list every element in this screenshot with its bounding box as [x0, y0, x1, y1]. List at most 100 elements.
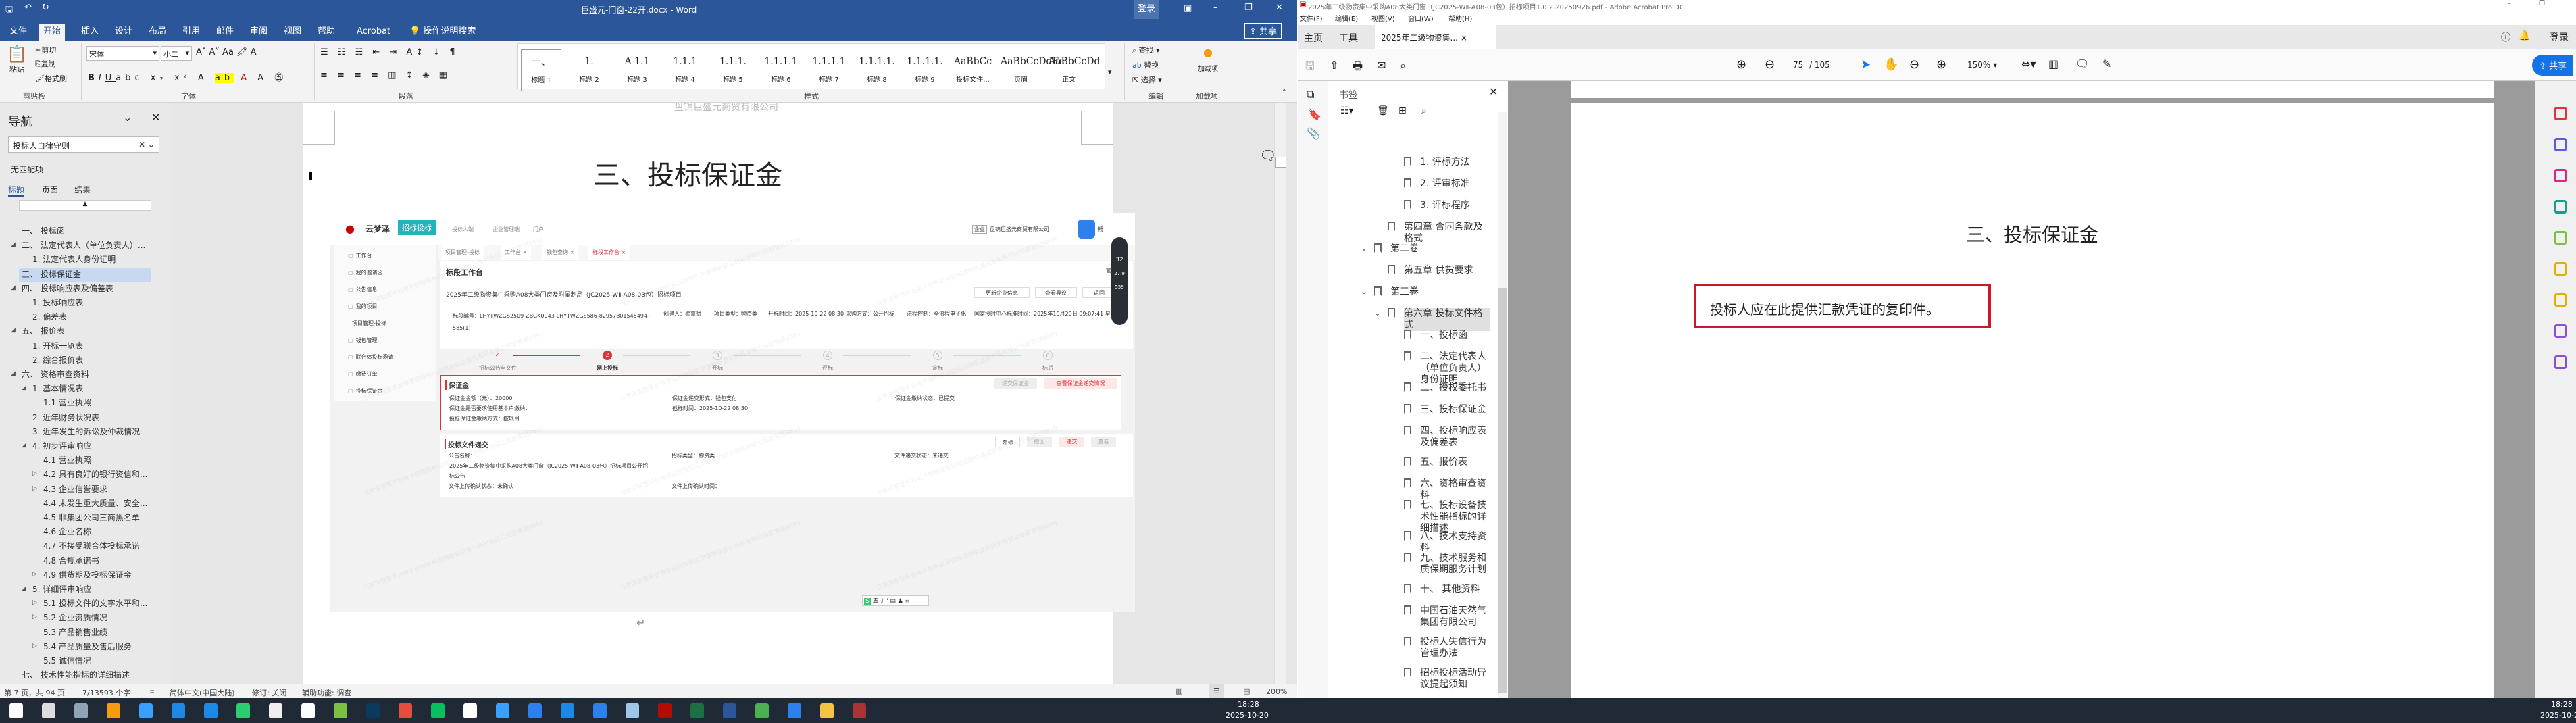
- find-bookmark-icon[interactable]: ⌕: [1421, 105, 1427, 116]
- replace-button[interactable]: ab 替换: [1132, 59, 1159, 70]
- taskbar-app-icon[interactable]: [301, 703, 315, 718]
- expand-arrow-icon[interactable]: ◢: [11, 284, 16, 291]
- help-icon[interactable]: ⓘ: [2501, 30, 2510, 44]
- site-sidebar-item[interactable]: ▢ 工作台: [348, 252, 372, 259]
- bookmark-item[interactable]: 二、法定代表人（单位负责人）身份证明: [1404, 351, 1490, 386]
- nav-heading-item[interactable]: 七、 技术性能指标的详细描述: [19, 668, 151, 682]
- taskbar-app-icon[interactable]: [269, 703, 282, 718]
- share-button[interactable]: ⇪ 共享: [1244, 23, 1282, 39]
- view-objection-button[interactable]: 查看异议: [1035, 287, 1077, 298]
- accessibility-status[interactable]: 辅助功能: 调查: [302, 687, 351, 698]
- style-item[interactable]: 1.1.1 标题 4: [665, 49, 705, 91]
- avatar[interactable]: [1078, 220, 1095, 239]
- taskbar-app-icon[interactable]: [561, 703, 574, 718]
- bookmark-item[interactable]: 三、投标保证金: [1404, 404, 1490, 416]
- scroll-thumb[interactable]: [1275, 157, 1286, 168]
- nav-heading-item[interactable]: 1.1 营业执照: [19, 396, 151, 410]
- tool-shortcut-icon[interactable]: [2554, 107, 2567, 120]
- bookmark-item[interactable]: 第四章 合同条款及格式: [1388, 222, 1490, 245]
- taskbar-app-icon[interactable]: [139, 703, 153, 718]
- bookmark-item[interactable]: 二、授权委托书: [1404, 382, 1490, 394]
- prev-page-icon[interactable]: ⊕: [1736, 57, 1746, 72]
- expand-arrow-icon[interactable]: ◢: [22, 384, 26, 391]
- nav-heading-item[interactable]: 4.4 未发生重大质量、安全...: [19, 497, 151, 511]
- fit-page-icon[interactable]: ⇔▾: [2021, 57, 2036, 70]
- print-icon[interactable]: 🖶: [1353, 59, 1363, 77]
- top-nav-bidder[interactable]: 投标人端: [452, 226, 474, 233]
- taskbar-app-icon[interactable]: [204, 703, 218, 718]
- minimize-button[interactable]: –: [2508, 0, 2511, 7]
- page-thumbnails-icon[interactable]: ⧉: [1307, 88, 1314, 101]
- nav-heading-item[interactable]: 1. 基本情况表: [19, 382, 151, 396]
- taskbar-app-icon[interactable]: [9, 703, 23, 718]
- bookmark-item[interactable]: 第六章 投标文件格式: [1388, 308, 1490, 331]
- cut-button[interactable]: ✂剪切: [35, 45, 56, 55]
- bookmark-item[interactable]: 七、投标设备技术性能指标的详细描述: [1404, 500, 1490, 534]
- menu-help[interactable]: 帮助(H): [1448, 13, 1472, 23]
- nav-heading-item[interactable]: 4.9 供货期及投标保证金: [19, 568, 151, 582]
- tab-insert[interactable]: 插入: [77, 24, 103, 41]
- menu-view[interactable]: 视图(V): [1371, 13, 1395, 23]
- nav-heading-item[interactable]: 三、 投标保证金: [19, 267, 151, 282]
- tab-acrobat[interactable]: Acrobat: [353, 24, 395, 41]
- taskbar-app-icon[interactable]: [172, 703, 185, 718]
- minimize-button[interactable]: –: [1213, 3, 1218, 13]
- tab-references[interactable]: 引用: [178, 24, 204, 41]
- save-icon[interactable]: 🖫: [1305, 59, 1315, 77]
- close-icon[interactable]: ✕: [151, 111, 160, 124]
- taskbar-app-icon[interactable]: [431, 703, 445, 718]
- login-button[interactable]: 登录: [1134, 0, 1160, 19]
- select-button[interactable]: ⇱ 选择 ▾: [1132, 74, 1162, 85]
- nav-heading-item[interactable]: 4.2 具有良好的银行资信和...: [19, 468, 151, 482]
- tool-shortcut-icon[interactable]: [2554, 324, 2567, 338]
- bookmark-item[interactable]: 一、投标函: [1404, 330, 1490, 341]
- add-bookmark-icon[interactable]: ⊞: [1398, 105, 1407, 116]
- print-layout-icon[interactable]: ☰: [1209, 684, 1224, 699]
- style-item[interactable]: 1.1.1. 标题 5: [713, 49, 753, 91]
- taskbar-app-icon[interactable]: [755, 703, 769, 718]
- taskbar-app-icon[interactable]: [334, 703, 347, 718]
- page-count[interactable]: 第 7 页，共 94 页: [4, 687, 65, 698]
- zoom-level[interactable]: 200%: [1266, 687, 1287, 696]
- taskbar-app-icon[interactable]: [42, 703, 55, 718]
- scroll-thumb[interactable]: [1498, 288, 1507, 693]
- bookmark-item[interactable]: 中国石油天然气集团有限公司: [1404, 605, 1490, 628]
- vertical-scrollbar[interactable]: [1274, 103, 1286, 684]
- nav-heading-item[interactable]: 2. 偏差表: [19, 310, 151, 324]
- update-company-button[interactable]: 更新企业信息: [974, 287, 1030, 298]
- tab-mailings[interactable]: 邮件: [212, 24, 238, 41]
- nav-heading-item[interactable]: 2. 近年财务状况表: [19, 411, 151, 425]
- style-item[interactable]: 1.1.1.1 标题 7: [809, 49, 849, 91]
- style-item[interactable]: AaBbCcDdEe 页眉: [1001, 49, 1065, 91]
- site-tab[interactable]: 钱包查询 ×: [542, 245, 579, 260]
- chevron-down-icon[interactable]: ⌄: [1374, 308, 1381, 318]
- zoom-in-icon[interactable]: ⊕: [1936, 57, 1946, 72]
- close-button[interactable]: ✕: [1276, 3, 1283, 13]
- find-button[interactable]: ⌕ 查找 ▾: [1132, 45, 1160, 55]
- format-painter-button[interactable]: 🖌格式刷: [35, 73, 67, 84]
- nav-heading-item[interactable]: 五、 报价表: [19, 324, 151, 339]
- nav-scroll-up-button[interactable]: ▲: [19, 200, 151, 211]
- clear-search-icon[interactable]: ✕ ⌄: [138, 140, 155, 149]
- taskbar-app-icon[interactable]: [723, 703, 736, 718]
- bookmarks-scrollbar[interactable]: [1498, 112, 1507, 698]
- tool-shortcut-icon[interactable]: [2554, 138, 2567, 151]
- tab-home[interactable]: 主页: [1304, 31, 1323, 45]
- site-sidebar-item[interactable]: ▢ 公告信息: [348, 286, 378, 293]
- expand-arrow-icon[interactable]: ▷: [32, 599, 37, 606]
- taskbar-app-icon[interactable]: [626, 703, 639, 718]
- taskbar-app-icon[interactable]: [236, 703, 250, 718]
- nav-heading-item[interactable]: 1. 法定代表人身份证明: [19, 253, 151, 267]
- style-item[interactable]: AaBbCc 投标文件...: [953, 49, 993, 91]
- hand-tool-icon[interactable]: ✋: [1884, 57, 1898, 72]
- expand-arrow-icon[interactable]: ▷: [32, 571, 37, 578]
- tool-shortcut-icon[interactable]: [2554, 200, 2567, 214]
- bookmark-item[interactable]: 八、技术支持资料: [1404, 531, 1490, 554]
- tab-layout[interactable]: 布局: [145, 24, 170, 41]
- delete-icon[interactable]: 🗑: [1377, 105, 1389, 116]
- nav-heading-item[interactable]: 4.6 企业名称: [19, 525, 151, 539]
- taskbar-app-icon[interactable]: [528, 703, 542, 718]
- site-sidebar-item[interactable]: 项目管理-投标: [352, 320, 386, 327]
- taskbar-app-icon[interactable]: [690, 703, 704, 718]
- nav-heading-item[interactable]: 1. 开标一览表: [19, 339, 151, 353]
